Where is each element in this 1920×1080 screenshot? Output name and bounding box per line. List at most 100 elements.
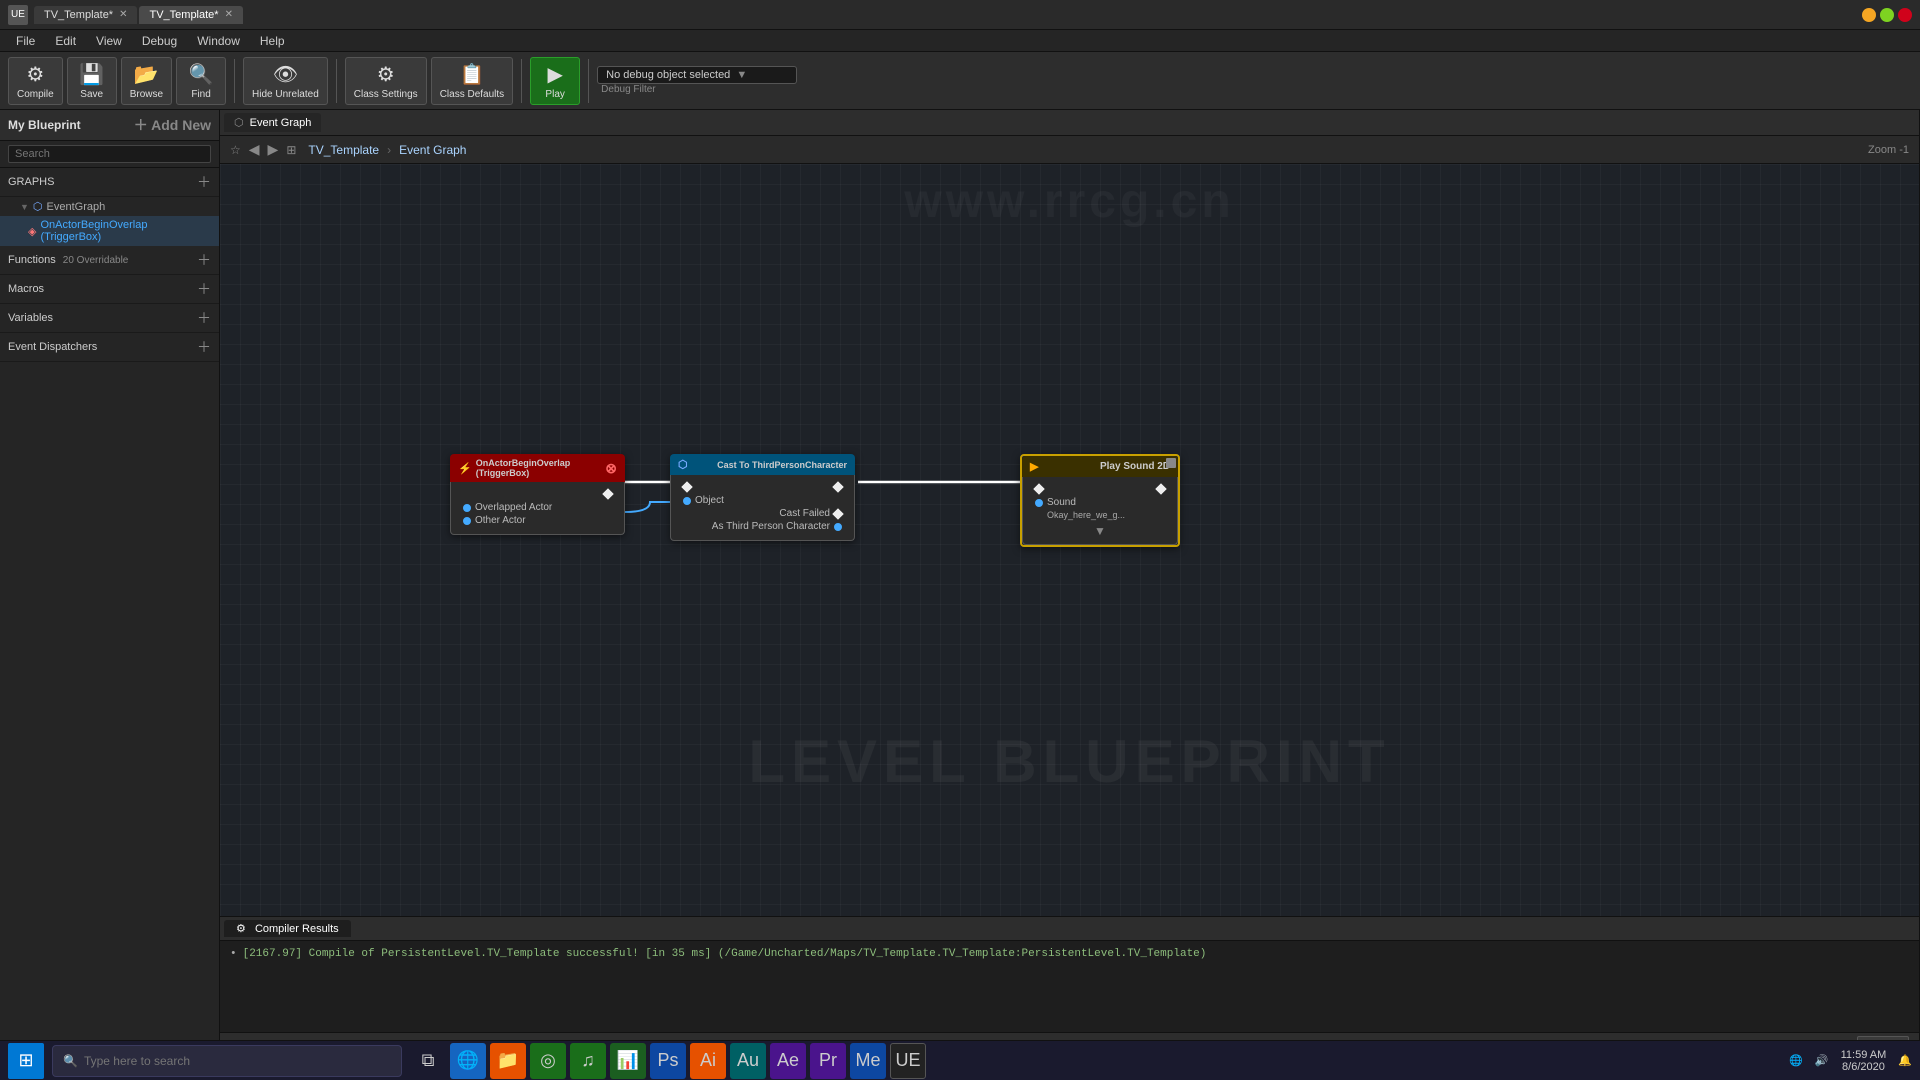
macros-add-button[interactable]: ＋ [197, 279, 211, 299]
compiler-text: [2167.97] Compile of PersistentLevel.TV_… [243, 948, 1207, 960]
pin-sound-exec-in [1031, 485, 1047, 493]
pin-overlapped-dot [463, 504, 471, 512]
nav-forward-icon[interactable]: ▶ [268, 141, 279, 158]
pin-sound-exec-out-dot [1155, 483, 1166, 494]
pin-exec-out [459, 490, 616, 498]
variables-add-button[interactable]: ＋ [197, 308, 211, 328]
taskbar-app-task-view[interactable]: ⧉ [410, 1043, 446, 1079]
grid-icon: ⊞ [286, 143, 296, 157]
class-settings-button[interactable]: ⚙ Class Settings [345, 57, 427, 105]
taskbar-app-unreal[interactable]: UE [890, 1043, 926, 1079]
tab-close-2[interactable]: ✕ [225, 9, 233, 20]
node-cast-header: Cast To ThirdPersonCharacter [670, 454, 855, 475]
event-dispatchers-section[interactable]: Event Dispatchers ＋ [0, 333, 219, 362]
window-controls [1862, 8, 1912, 22]
functions-add-button[interactable]: ＋ [197, 250, 211, 270]
hide-unrelated-button[interactable]: 👁 Hide Unrelated [243, 57, 328, 105]
functions-count: 20 Overridable [63, 255, 129, 266]
pin-other-actor: Other Actor [459, 515, 616, 526]
sound-expand-icon[interactable]: ▼ [1031, 524, 1169, 538]
functions-section[interactable]: Functions 20 Overridable ＋ [0, 246, 219, 275]
node-cast-to-third-person[interactable]: Cast To ThirdPersonCharacter Object [670, 454, 855, 541]
maximize-button[interactable] [1880, 8, 1894, 22]
node-play-sound-2d[interactable]: Play Sound 2D Sound [1020, 454, 1180, 547]
node-sound-header: Play Sound 2D [1022, 456, 1178, 477]
debug-filter-group: No debug object selected ▼ Debug Filter [597, 66, 797, 95]
browse-button[interactable]: 📂 Browse [121, 57, 172, 105]
toolbar: ⚙ Compile 💾 Save 📂 Browse 🔍 Find 👁 Hide … [0, 52, 1920, 110]
blueprint-canvas[interactable]: www.rrcg.cn LEVEL BLUEPRINT OnActorBegin… [220, 164, 1919, 916]
taskbar-app-audition[interactable]: Au [730, 1043, 766, 1079]
compile-button[interactable]: ⚙ Compile [8, 57, 63, 105]
zoom-label: Zoom -1 [1868, 144, 1909, 156]
taskbar-search-input[interactable] [84, 1054, 391, 1068]
menu-file[interactable]: File [6, 32, 45, 50]
menu-help[interactable]: Help [250, 32, 295, 50]
level-blueprint-text: LEVEL BLUEPRINT [748, 727, 1390, 796]
watermark-top: www.rrcg.cn [904, 174, 1234, 229]
taskbar-app-ae[interactable]: Ae [770, 1043, 806, 1079]
add-new-button[interactable]: ＋ Add New [134, 115, 211, 135]
tab-tv-template-2[interactable]: TV_Template* ✕ [139, 6, 242, 24]
save-button[interactable]: 💾 Save [67, 57, 117, 105]
node-overlap-header: OnActorBeginOverlap (TriggerBox) ⊗ [450, 454, 625, 482]
compiler-results-tab[interactable]: ⚙ Compiler Results [224, 920, 351, 937]
pin-overlapped-actor: Overlapped Actor [459, 502, 616, 513]
event-dispatchers-add-button[interactable]: ＋ [197, 337, 211, 357]
node-sound-body: Sound Okay_here_we_g... ▼ [1022, 477, 1178, 545]
event-graph-tab[interactable]: ⬡ Event Graph [224, 113, 321, 132]
menu-edit[interactable]: Edit [45, 32, 86, 50]
macros-section[interactable]: Macros ＋ [0, 275, 219, 304]
tree-overlap-node[interactable]: ◈ OnActorBeginOverlap (TriggerBox) [0, 216, 219, 246]
play-icon: ▶ [547, 62, 562, 87]
node-on-actor-begin-overlap[interactable]: OnActorBeginOverlap (TriggerBox) ⊗ Overl… [450, 454, 625, 535]
bottom-panel: ⚙ Compiler Results • [2167.97] Compile o… [220, 916, 1919, 1056]
taskbar-app-photoshop[interactable]: Ps [650, 1043, 686, 1079]
taskbar-app-explorer[interactable]: 📁 [490, 1043, 526, 1079]
menubar: File Edit View Debug Window Help [0, 30, 1920, 52]
cast-exec-row [679, 481, 846, 493]
breadcrumb-graph: Event Graph [399, 143, 466, 157]
tab-close-1[interactable]: ✕ [119, 9, 127, 20]
taskbar-app-excel[interactable]: 📊 [610, 1043, 646, 1079]
pin-cast-object: Object [679, 495, 846, 506]
tree-arrow-icon: ▼ [20, 202, 29, 212]
hide-unrelated-icon: 👁 [273, 62, 298, 87]
search-input[interactable] [8, 145, 211, 163]
taskbar-app-media[interactable]: Me [850, 1043, 886, 1079]
taskbar-app-illustrator[interactable]: Ai [690, 1043, 726, 1079]
minimize-button[interactable] [1862, 8, 1876, 22]
pin-cast-exec-out [830, 483, 846, 491]
taskbar-clock: 11:59 AM 8/6/2020 [1841, 1049, 1887, 1073]
pin-other-dot [463, 517, 471, 525]
graphs-add-button[interactable]: ＋ [197, 172, 211, 192]
debug-object-selector[interactable]: No debug object selected ▼ [597, 66, 797, 84]
compiler-bullet-icon: • [230, 948, 237, 960]
menu-window[interactable]: Window [187, 32, 250, 50]
wire-overlap-to-cast-object [625, 502, 675, 512]
taskbar-app-premiere[interactable]: Pr [810, 1043, 846, 1079]
graphs-section[interactable]: GRAPHS ＋ [0, 168, 219, 197]
node-corner-handle[interactable] [1166, 458, 1176, 468]
menu-view[interactable]: View [86, 32, 132, 50]
start-button[interactable]: ⊞ [8, 1043, 44, 1079]
nav-back-icon[interactable]: ◀ [249, 141, 260, 158]
taskbar-app-chrome[interactable]: ◎ [530, 1043, 566, 1079]
tree-event-graph[interactable]: ▼ ⬡ EventGraph [0, 197, 219, 216]
pin-exec-dot [602, 488, 613, 499]
tab-tv-template-1[interactable]: TV_Template* ✕ [34, 6, 137, 24]
play-button[interactable]: ▶ Play [530, 57, 580, 105]
taskbar-app-edge[interactable]: 🌐 [450, 1043, 486, 1079]
pin-sound-dot [1035, 499, 1043, 507]
class-defaults-button[interactable]: 📋 Class Defaults [431, 57, 513, 105]
toolbar-sep-2 [336, 59, 337, 103]
taskbar-app-spotify[interactable]: ♫ [570, 1043, 606, 1079]
menu-debug[interactable]: Debug [132, 32, 187, 50]
taskbar-notification-icon[interactable]: 🔔 [1898, 1054, 1912, 1067]
variables-section[interactable]: Variables ＋ [0, 304, 219, 333]
find-button[interactable]: 🔍 Find [176, 57, 226, 105]
close-button[interactable] [1898, 8, 1912, 22]
node-overlap-body: Overlapped Actor Other Actor [450, 482, 625, 535]
favorite-icon[interactable]: ☆ [230, 143, 241, 157]
bottom-tabs: ⚙ Compiler Results [220, 917, 1919, 941]
